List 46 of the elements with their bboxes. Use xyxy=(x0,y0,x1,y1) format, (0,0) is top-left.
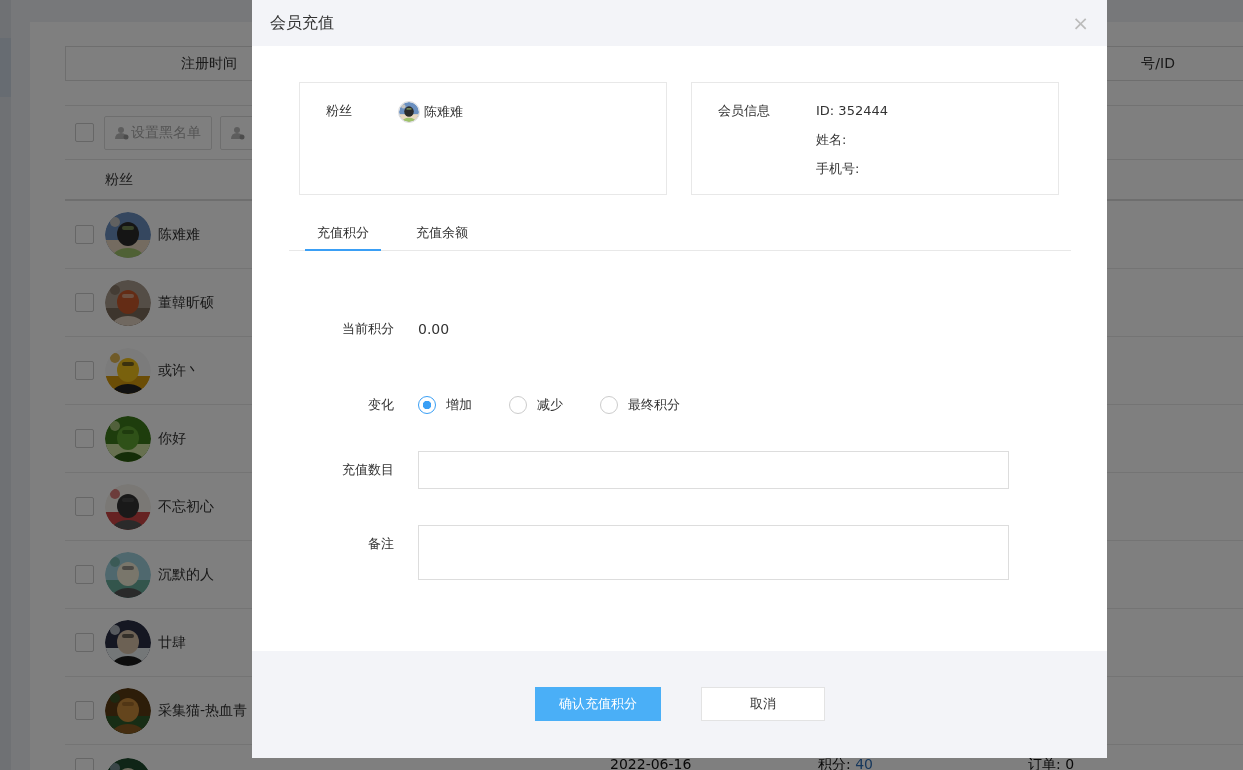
field-label: 粉丝 xyxy=(326,102,353,120)
radio-button[interactable] xyxy=(600,396,618,414)
fan-name: 沉默的人 xyxy=(158,565,214,584)
tab[interactable]: 充值积分 xyxy=(305,216,381,251)
fan-name: 不忘初心 xyxy=(158,497,214,516)
checkbox[interactable] xyxy=(75,225,94,244)
radio-option[interactable]: 减少 xyxy=(509,396,600,414)
fan-name: 陈难难 xyxy=(158,225,200,244)
fan-name: 陈难难 xyxy=(424,103,463,121)
input-field[interactable] xyxy=(418,451,1009,489)
radio-option[interactable]: 增加 xyxy=(418,396,509,414)
radio-button[interactable] xyxy=(418,396,436,414)
dialog-title: 会员充值 xyxy=(270,12,334,34)
column-header[interactable]: 号/ID xyxy=(1141,54,1175,73)
checkbox[interactable] xyxy=(75,701,94,720)
field-label: 备注 xyxy=(367,535,394,553)
checkbox[interactable] xyxy=(75,565,94,584)
field-label: 当前积分 xyxy=(341,320,394,338)
checkbox[interactable] xyxy=(75,123,94,142)
column-header[interactable]: 粉丝 xyxy=(105,170,133,189)
checkbox[interactable] xyxy=(75,293,94,312)
checkbox[interactable] xyxy=(75,429,94,448)
checkbox[interactable] xyxy=(75,633,94,652)
fan-name: 廿肆 xyxy=(158,633,186,652)
value-text: 0.00 xyxy=(418,321,450,337)
info-text: 手机号: xyxy=(816,160,861,178)
cancel-button[interactable]: 取消 xyxy=(700,687,825,721)
radio-option[interactable]: 最终积分 xyxy=(600,396,691,414)
tab[interactable]: 充值余额 xyxy=(404,216,480,251)
fan-name: 或许丶 xyxy=(158,361,200,380)
orders-text: 订单: 0 xyxy=(1028,758,1075,770)
user-icon xyxy=(231,125,245,140)
info-text: ID: 352444 xyxy=(816,102,888,120)
info-text: 姓名: xyxy=(816,131,848,149)
fan-name: 董韓昕硕 xyxy=(158,293,214,312)
checkbox[interactable] xyxy=(75,361,94,380)
radio-button[interactable] xyxy=(509,396,527,414)
fan-name: 你好 xyxy=(158,429,186,448)
field-label: 充值数目 xyxy=(341,461,394,479)
field-label: 变化 xyxy=(367,396,394,414)
checkbox[interactable] xyxy=(75,497,94,516)
field-label: 会员信息 xyxy=(718,102,771,120)
note-field[interactable] xyxy=(418,525,1009,580)
user-icon xyxy=(115,125,129,140)
date-text: 2022-06-16 xyxy=(610,758,692,770)
fan-name: 采集猫-热血青 xyxy=(158,701,248,720)
